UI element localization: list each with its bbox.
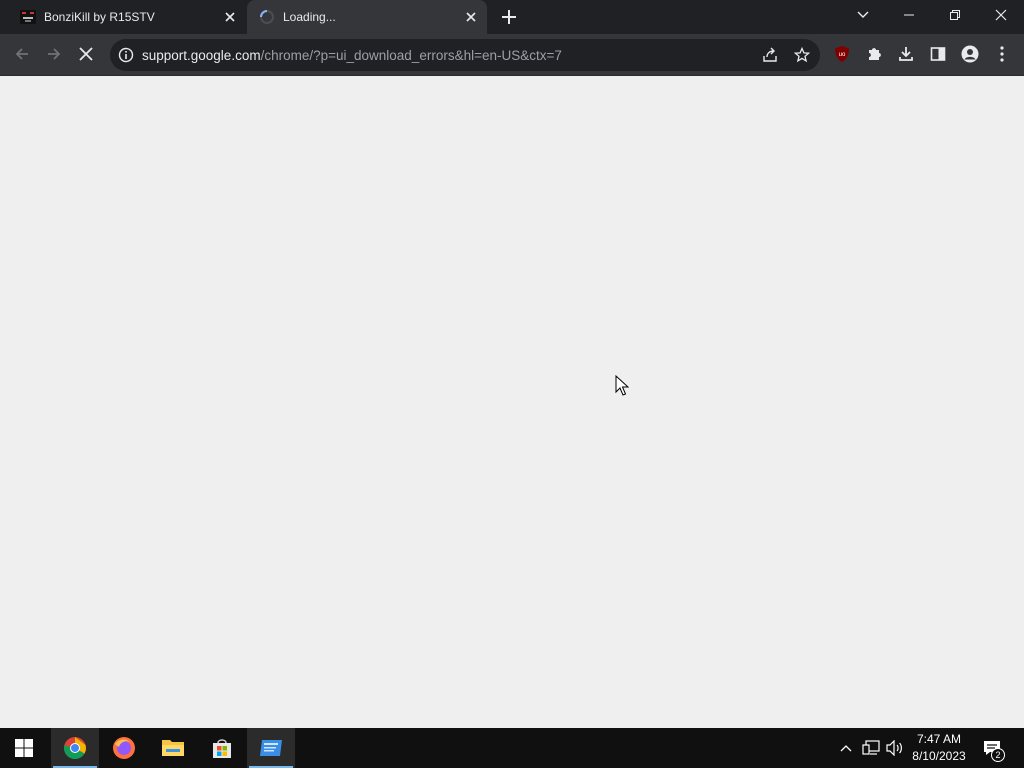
taskbar-clock[interactable]: 7:47 AM 8/10/2023 (905, 731, 973, 765)
extension-badge: uo (839, 52, 846, 58)
windows-taskbar: 7:47 AM 8/10/2023 2 (0, 728, 1024, 768)
notification-count-badge: 2 (991, 748, 1005, 762)
side-panel-button[interactable] (923, 39, 953, 69)
store-bag-icon (213, 739, 231, 758)
close-icon (995, 9, 1007, 21)
site-info-icon[interactable] (118, 47, 134, 63)
new-tab-button[interactable] (497, 5, 521, 29)
network-button[interactable] (861, 738, 881, 758)
plus-icon (502, 10, 516, 24)
stop-icon (79, 47, 93, 61)
minimize-icon (904, 14, 914, 16)
windows-logo-icon (15, 739, 33, 757)
star-icon (794, 47, 810, 63)
loading-spinner-icon (260, 10, 274, 24)
puzzle-icon (869, 48, 881, 60)
page-content (0, 77, 1024, 728)
chrome-icon (63, 737, 86, 759)
taskbar-chrome[interactable] (51, 728, 99, 768)
minimize-button[interactable] (886, 0, 932, 30)
back-button[interactable] (7, 39, 37, 69)
ublock-shield-icon: uo (835, 46, 849, 62)
share-icon (763, 47, 777, 62)
app-window-icon (260, 740, 282, 756)
menu-button[interactable] (987, 39, 1017, 69)
close-tab-icon[interactable] (220, 7, 240, 27)
ublock-extension-button[interactable]: uo (827, 39, 857, 69)
tab-strip: BonziKill by R15STV Loading... (0, 0, 1024, 34)
extensions-button[interactable] (859, 39, 889, 69)
bonzikill-favicon-icon (20, 10, 36, 24)
close-window-button[interactable] (978, 0, 1024, 30)
speaker-icon (886, 740, 902, 756)
tab-loading[interactable]: Loading... (247, 0, 487, 34)
show-hidden-icons-button[interactable] (836, 738, 856, 758)
download-icon (899, 47, 913, 61)
taskbar-file-explorer[interactable] (149, 728, 197, 768)
arrow-right-icon (48, 48, 61, 60)
taskbar-firefox[interactable] (100, 728, 148, 768)
restore-icon (950, 10, 960, 20)
mouse-cursor-icon (615, 375, 629, 396)
url-path: /chrome/?p=ui_download_errors&hl=en-US&c… (260, 47, 562, 63)
folder-icon (162, 740, 184, 756)
chevron-down-icon (857, 11, 869, 18)
arrow-left-icon (15, 48, 28, 60)
profile-button[interactable] (955, 39, 985, 69)
clock-date: 8/10/2023 (912, 749, 966, 763)
start-button[interactable] (0, 728, 48, 768)
firefox-icon (113, 737, 135, 759)
restore-button[interactable] (932, 0, 978, 30)
address-bar[interactable]: support.google.com/chrome/?p=ui_download… (110, 39, 820, 71)
tab-title: Loading... (283, 10, 336, 24)
chevron-up-icon (840, 745, 852, 752)
forward-button[interactable] (39, 39, 69, 69)
side-panel-icon (930, 47, 946, 61)
bookmark-button[interactable] (790, 43, 814, 67)
tab-search-button[interactable] (840, 0, 886, 30)
share-button[interactable] (758, 43, 782, 67)
browser-toolbar: support.google.com/chrome/?p=ui_download… (0, 34, 1024, 76)
downloads-button[interactable] (891, 39, 921, 69)
taskbar-microsoft-store[interactable] (198, 728, 246, 768)
more-vertical-icon (1000, 46, 1004, 62)
clock-time: 7:47 AM (916, 732, 962, 746)
taskbar-app-window[interactable] (247, 728, 295, 768)
url-text: support.google.com/chrome/?p=ui_download… (142, 48, 562, 63)
tab-title: BonziKill by R15STV (44, 10, 155, 24)
profile-avatar-icon (961, 45, 979, 63)
volume-button[interactable] (885, 738, 905, 758)
stop-loading-button[interactable] (71, 39, 101, 69)
network-icon (862, 740, 880, 755)
url-host: support.google.com (142, 47, 261, 63)
tab-bonzikill[interactable]: BonziKill by R15STV (8, 0, 246, 34)
close-tab-icon[interactable] (461, 7, 481, 27)
